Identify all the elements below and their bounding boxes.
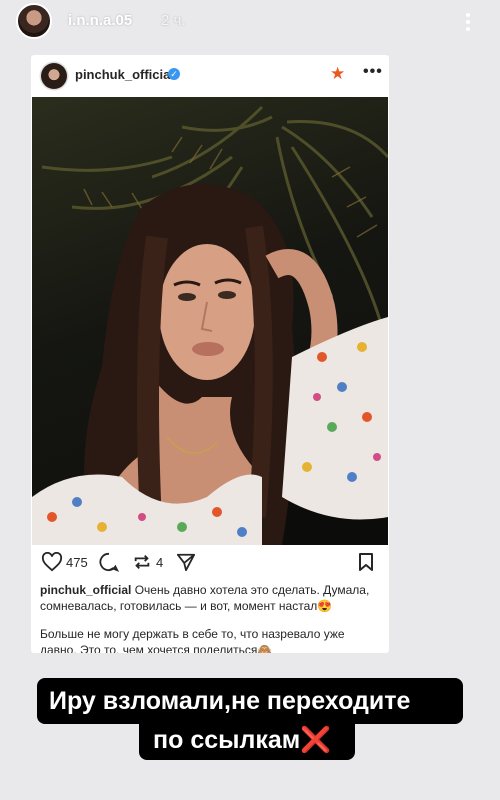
- more-vertical-icon[interactable]: [462, 10, 474, 32]
- heart-icon[interactable]: [41, 552, 63, 572]
- post-photo: [32, 97, 388, 545]
- story-username[interactable]: i.n.n.a.05: [68, 12, 132, 29]
- post-avatar[interactable]: [41, 63, 67, 89]
- like-count: 475: [66, 555, 88, 570]
- verified-badge-icon: ✓: [168, 68, 180, 80]
- warning-banner-line-2: по ссылкам❌: [139, 716, 355, 760]
- repost-count: 4: [156, 555, 164, 570]
- post-header: pinchuk_official ✓ ★ •••: [31, 55, 389, 97]
- caption-paragraph-2: Больше не могу держать в себе то, что на…: [40, 627, 345, 653]
- caption-username[interactable]: pinchuk_official: [40, 583, 131, 597]
- post-actions: 475 4: [31, 552, 389, 576]
- story-avatar[interactable]: [16, 3, 52, 39]
- warning-text-1: Иру взломали,не переходите: [49, 687, 411, 715]
- story-time: 2 ч.: [161, 12, 186, 29]
- post-caption: pinchuk_official Очень давно хотела это …: [40, 582, 380, 614]
- repost-icon[interactable]: [132, 552, 152, 572]
- share-icon[interactable]: [176, 552, 196, 572]
- story-header: i.n.n.a.05 2 ч.: [0, 0, 500, 44]
- warning-text-2-wrap: по ссылкам❌: [153, 726, 331, 755]
- post-username[interactable]: pinchuk_official: [75, 67, 174, 82]
- more-horizontal-icon[interactable]: •••: [363, 63, 383, 81]
- red-x-icon: ❌: [300, 726, 332, 754]
- star-icon: ★: [330, 64, 346, 83]
- bookmark-icon[interactable]: [357, 552, 375, 572]
- comment-icon[interactable]: [99, 552, 119, 572]
- shared-post-card[interactable]: pinchuk_official ✓ ★ ••• 475 4 pinchuk_o…: [31, 55, 389, 653]
- post-photo-illustration: [32, 105, 388, 545]
- warning-text-2: по ссылкам: [153, 726, 301, 754]
